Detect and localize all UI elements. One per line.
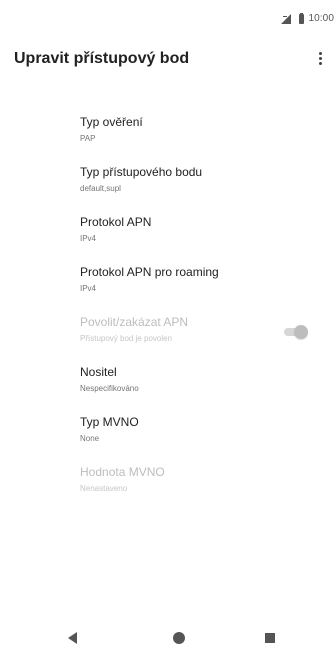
pref-apn-enable: Povolit/zakázat APN Přístupový bod je po… (0, 304, 334, 354)
toggle-thumb (294, 325, 308, 339)
pref-title: Typ přístupového bodu (80, 165, 203, 179)
pref-title: Typ ověření (80, 115, 143, 129)
clock: 10:00 (308, 13, 334, 24)
pref-summary: PAP (80, 134, 96, 143)
preference-list: Typ ověření PAP Typ přístupového bodu de… (0, 104, 334, 504)
pref-summary: Nespecifikováno (80, 384, 139, 393)
pref-apn-protocol[interactable]: Protokol APN IPv4 (0, 204, 334, 254)
pref-summary: None (80, 434, 100, 443)
back-icon[interactable] (68, 632, 77, 644)
status-bar: 10:00 (0, 0, 334, 30)
pref-title: Protokol APN (80, 215, 152, 229)
pref-apn-type[interactable]: Typ přístupového bodu default,supl (0, 154, 334, 204)
pref-summary: Nenastaveno (80, 484, 128, 493)
pref-apn-roaming-protocol[interactable]: Protokol APN pro roaming IPv4 (0, 254, 334, 304)
pref-mvno-type[interactable]: Typ MVNO None (0, 404, 334, 454)
pref-mvno-value: Hodnota MVNO Nenastaveno (0, 454, 334, 504)
home-icon[interactable] (173, 632, 185, 644)
pref-title: Typ MVNO (80, 415, 139, 429)
page-title: Upravit přístupový bod (14, 50, 190, 67)
apn-enable-toggle (282, 325, 308, 339)
recents-icon[interactable] (265, 633, 275, 643)
status-icons: 10:00 (281, 12, 334, 24)
pref-title: Protokol APN pro roaming (80, 265, 219, 279)
pref-summary: default,supl (80, 184, 121, 193)
navigation-bar (0, 610, 334, 666)
pref-bearer[interactable]: Nositel Nespecifikováno (0, 354, 334, 404)
app-bar: Upravit přístupový bod (0, 30, 334, 88)
pref-summary: IPv4 (80, 284, 97, 293)
overflow-menu-icon[interactable] (310, 46, 330, 70)
pref-title: Nositel (80, 365, 117, 379)
signal-icon (281, 13, 292, 24)
pref-title: Hodnota MVNO (80, 465, 165, 479)
battery-icon (299, 12, 305, 24)
pref-summary: IPv4 (80, 234, 97, 243)
pref-authentication-type[interactable]: Typ ověření PAP (0, 104, 334, 154)
